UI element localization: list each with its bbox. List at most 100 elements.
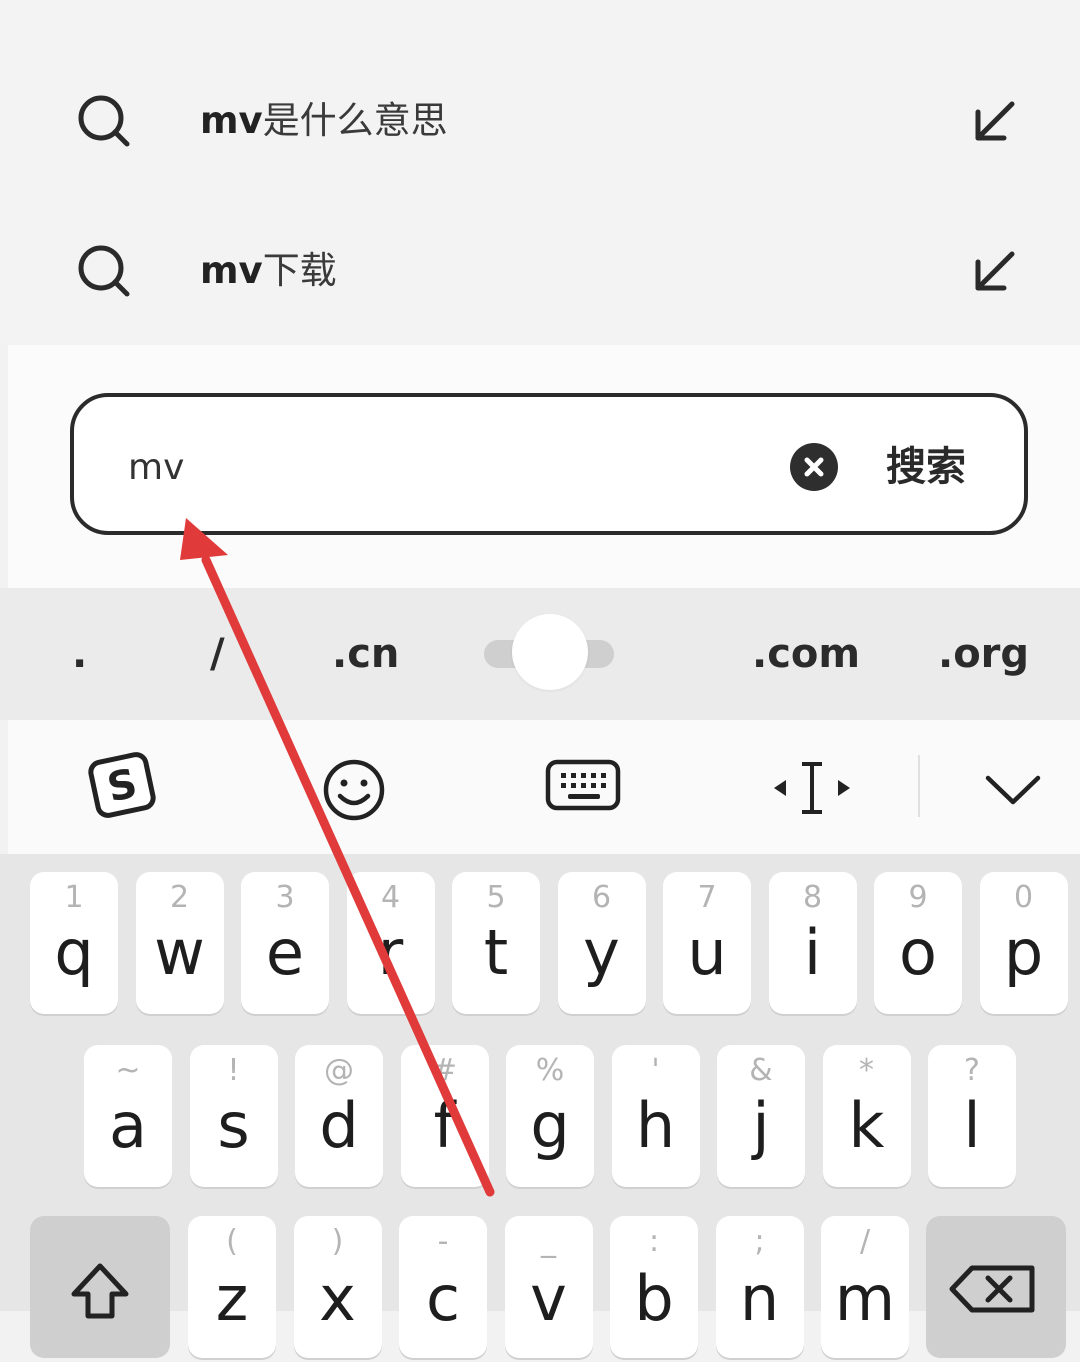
emoji-icon[interactable] [318, 754, 390, 826]
key-letter: e [265, 916, 305, 989]
key-hint: 2 [169, 880, 190, 915]
key-hint: * [859, 1053, 874, 1088]
key-k[interactable]: * k [822, 1045, 911, 1187]
key-letter: b [634, 1262, 674, 1335]
delete-key[interactable] [926, 1216, 1066, 1358]
search-icon [78, 95, 130, 147]
key-hint: _ [541, 1224, 556, 1259]
key-l[interactable]: ? l [928, 1045, 1016, 1187]
key-hint: ) [331, 1224, 344, 1259]
key-letter: r [377, 916, 404, 989]
key-v[interactable]: _ v [504, 1216, 593, 1358]
cursor-slider-handle[interactable] [512, 614, 588, 690]
key-letter: p [1003, 916, 1044, 989]
key-letter: y [583, 916, 620, 989]
key-hint: 1 [64, 880, 84, 915]
keyboard-icon[interactable] [544, 756, 624, 816]
key-g[interactable]: % g [506, 1045, 594, 1187]
key-hint: ; [754, 1224, 765, 1259]
key-a[interactable]: ~ a [84, 1045, 172, 1187]
key-hint: 5 [486, 880, 506, 915]
close-icon [804, 457, 824, 477]
quick-key-slash[interactable]: / [210, 588, 225, 720]
key-letter: o [899, 916, 937, 989]
key-hint: - [437, 1224, 449, 1259]
key-letter: h [635, 1089, 676, 1162]
key-letter: g [530, 1089, 570, 1162]
key-q[interactable]: 1q [30, 872, 118, 1014]
key-hint: ' [651, 1053, 660, 1088]
key-hint: % [535, 1053, 565, 1088]
key-letter: z [215, 1262, 249, 1335]
search-input-value[interactable]: mv [128, 440, 184, 496]
key-letter: s [217, 1089, 250, 1162]
key-hint: 9 [908, 880, 928, 915]
key-hint: 0 [1013, 880, 1034, 915]
key-n[interactable]: ; n [715, 1216, 804, 1358]
search-button[interactable]: 搜索 [886, 436, 966, 498]
key-letter: v [530, 1262, 567, 1335]
key-hint: ( [226, 1224, 238, 1259]
key-hint: 4 [380, 880, 401, 915]
key-hint: 3 [275, 880, 295, 915]
key-c[interactable]: -c [399, 1216, 487, 1358]
key-hint: ? [964, 1053, 980, 1088]
key-hint: 7 [697, 880, 717, 915]
suggestion-item[interactable]: mv下载 [0, 216, 1080, 326]
key-letter: j [752, 1089, 770, 1162]
quick-key-com[interactable]: .com [752, 588, 860, 720]
key-s[interactable]: ! s [189, 1045, 278, 1187]
arrow-fill-icon[interactable] [966, 246, 1020, 300]
suggestion-text: mv下载 [200, 249, 337, 292]
key-letter: f [433, 1089, 456, 1162]
quick-key-org[interactable]: .org [938, 588, 1029, 720]
key-hint: ! [227, 1053, 240, 1088]
key-letter: x [319, 1262, 356, 1335]
key-t[interactable]: 5t [452, 872, 540, 1014]
key-letter: c [425, 1262, 461, 1335]
quick-key-cn[interactable]: .cn [332, 588, 399, 720]
toolbar-divider [918, 755, 920, 817]
key-h[interactable]: ' h [611, 1045, 700, 1187]
key-letter: i [803, 916, 822, 989]
key-u[interactable]: 7u [663, 872, 751, 1014]
suggestion-item[interactable]: mv是什么意思 [0, 66, 1080, 176]
shift-key[interactable] [30, 1216, 170, 1358]
key-y[interactable]: 6y [557, 872, 646, 1014]
key-i[interactable]: 8i [768, 872, 857, 1014]
key-x[interactable]: ) x [293, 1216, 382, 1358]
key-z[interactable]: (z [188, 1216, 276, 1358]
collapse-icon[interactable] [980, 770, 1046, 810]
key-hint: ~ [115, 1053, 141, 1088]
backspace-icon [949, 1265, 1035, 1313]
key-r[interactable]: 4r [346, 872, 435, 1014]
key-f[interactable]: # f [400, 1045, 489, 1187]
key-j[interactable]: & j [717, 1045, 805, 1187]
key-letter: u [687, 916, 727, 989]
key-hint: 6 [591, 880, 612, 915]
key-letter: a [109, 1089, 147, 1162]
cursor-move-icon[interactable] [770, 758, 854, 818]
search-input[interactable] [70, 393, 1028, 535]
key-letter: n [739, 1262, 780, 1335]
key-letter: w [154, 916, 205, 989]
key-hint: 8 [802, 880, 823, 915]
key-d[interactable]: @ d [295, 1045, 383, 1187]
key-b[interactable]: :b [610, 1216, 698, 1358]
key-letter: q [54, 916, 94, 989]
key-hint: & [749, 1053, 773, 1088]
key-p[interactable]: 0p [979, 872, 1068, 1014]
quick-key-dot[interactable]: . [72, 588, 87, 720]
clear-button[interactable] [790, 443, 838, 491]
arrow-fill-icon[interactable] [966, 96, 1020, 150]
key-m[interactable]: / m [821, 1216, 909, 1358]
key-w[interactable]: 2w [135, 872, 224, 1014]
suggestion-text: mv是什么意思 [200, 99, 448, 142]
key-letter: l [963, 1089, 981, 1162]
key-hint: # [431, 1053, 458, 1088]
key-letter: m [834, 1262, 896, 1335]
key-e[interactable]: 3e [241, 872, 329, 1014]
search-icon [78, 245, 130, 297]
sogou-logo-icon[interactable]: S [88, 752, 158, 820]
key-o[interactable]: 9o [874, 872, 962, 1014]
